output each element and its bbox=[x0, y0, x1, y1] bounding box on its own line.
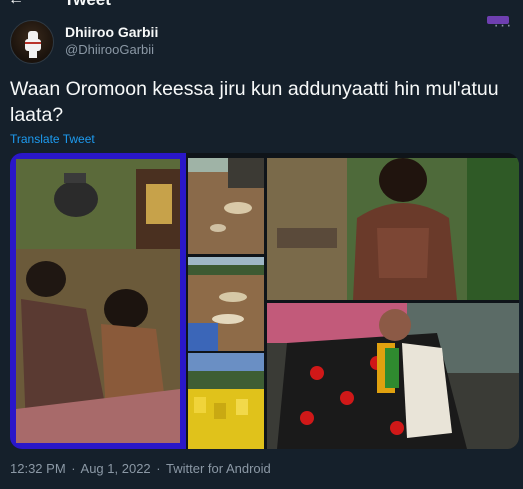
tweet-header: Dhiiroo Garbii @DhiirooGarbii ··· bbox=[10, 18, 513, 66]
translate-tweet-link[interactable]: Translate Tweet bbox=[10, 132, 95, 146]
tweet-photo-1[interactable] bbox=[10, 153, 186, 449]
avatar[interactable] bbox=[10, 20, 54, 64]
footer-separator: · bbox=[156, 461, 161, 476]
tweet-photo-4[interactable] bbox=[188, 353, 264, 449]
top-bar: ← Tweet bbox=[0, 0, 523, 24]
back-arrow-icon[interactable]: ← bbox=[8, 0, 24, 9]
tweet-photo-3[interactable] bbox=[188, 257, 264, 351]
tweet-time[interactable]: 12:32 PM bbox=[10, 461, 66, 476]
more-horizontal-icon[interactable]: ··· bbox=[493, 18, 513, 36]
tweet-text: Waan Oromoon keessa jiru kun addunyaatti… bbox=[10, 78, 499, 126]
tweet-footer: 12:32 PM · Aug 1, 2022 · Twitter for And… bbox=[10, 461, 273, 476]
page-title: Tweet bbox=[64, 0, 111, 10]
tweet-date[interactable]: Aug 1, 2022 bbox=[81, 461, 151, 476]
tweet-photo-6[interactable] bbox=[267, 303, 519, 449]
author-name[interactable]: Dhiiroo Garbii bbox=[65, 24, 158, 40]
tweet-source[interactable]: Twitter for Android bbox=[166, 461, 271, 476]
footer-separator: · bbox=[71, 461, 76, 476]
author-handle[interactable]: @DhiirooGarbii bbox=[65, 42, 154, 57]
tweet-photo-5[interactable] bbox=[267, 158, 519, 300]
tweet-photo-2[interactable] bbox=[188, 158, 264, 254]
tweet-media-grid bbox=[10, 153, 519, 449]
